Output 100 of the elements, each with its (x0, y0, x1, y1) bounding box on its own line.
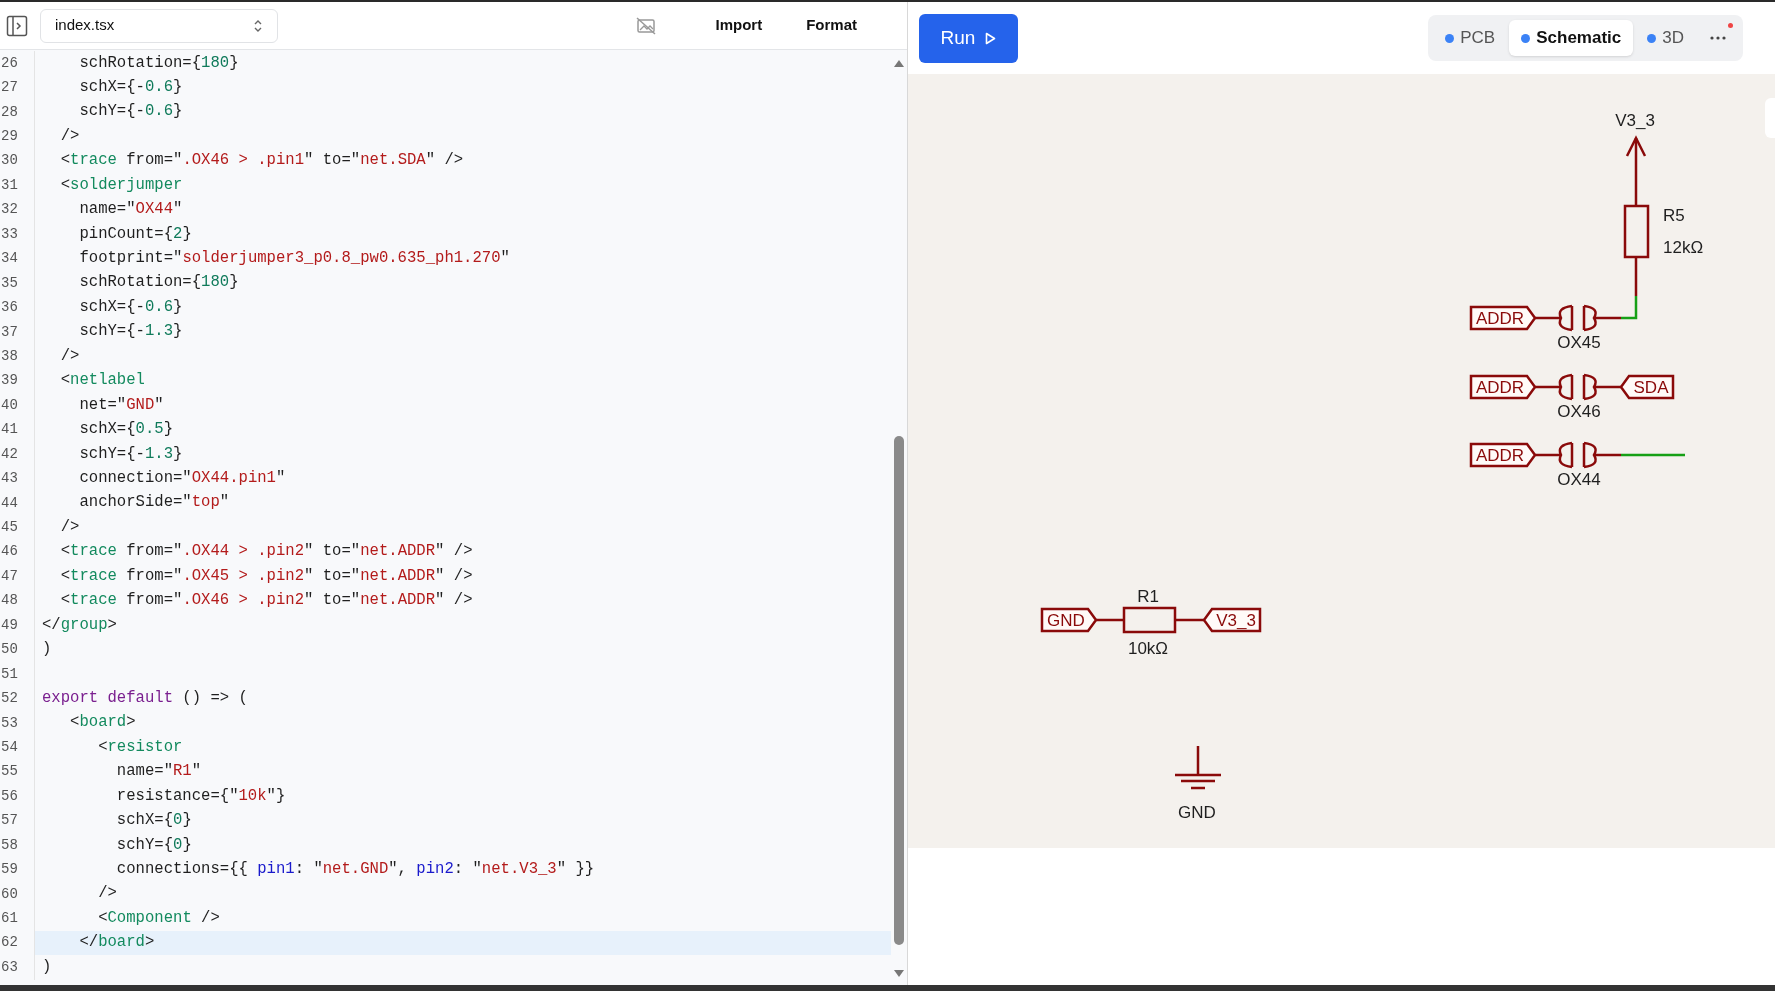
scrollbar-thumb[interactable] (894, 436, 904, 945)
line-number: 45 (0, 518, 19, 538)
code-line: schX={0} (115, 810, 193, 832)
line-number: 61 (0, 909, 19, 929)
code-line: <trace from=".OX45 > .pin2" to="net.ADDR" /> (59, 565, 474, 587)
line-number: 28 (0, 102, 19, 122)
code-line: <Component /> (97, 907, 221, 929)
code-line: schX={0.5} (78, 419, 174, 441)
code-line: <netlabel (59, 370, 146, 392)
line-number: 37 (0, 322, 19, 342)
line-number: 46 (0, 542, 19, 562)
code-line: net="GND" (78, 394, 165, 416)
code-line: /> (59, 345, 81, 367)
view-tab[interactable]: PCB (1433, 20, 1508, 56)
line-number: 30 (0, 151, 19, 171)
power-arrow-symbol (1625, 135, 1647, 206)
code-line: schY={-0.6} (78, 101, 184, 123)
code-line: /> (97, 883, 118, 905)
component-label: R5 (1663, 206, 1685, 225)
net-name: V3_3 (1615, 111, 1655, 130)
line-number: 34 (0, 249, 19, 269)
component-label: R1 (1137, 587, 1159, 606)
code-line: schRotation={180} (78, 272, 240, 294)
code-line: connections={{ pin1: "net.GND", pin2: "net.V3_3" }} (115, 858, 596, 880)
sidebar-toggle-icon[interactable] (6, 14, 28, 37)
net-label: ADDR (1469, 442, 1537, 468)
code-line: /> (59, 516, 81, 538)
net-label: ADDR (1469, 305, 1537, 331)
line-number: 38 (0, 346, 19, 366)
chevron-up-down-icon (253, 18, 263, 33)
component-label: GND (1178, 803, 1216, 822)
line-number: 43 (0, 469, 19, 489)
line-number: 52 (0, 689, 19, 709)
line-number: 49 (0, 615, 19, 635)
line-number: 55 (0, 762, 19, 782)
line-number: 35 (0, 273, 19, 293)
wire (1535, 385, 1561, 389)
code-line: name="OX44" (78, 199, 184, 221)
code-line: anchorSide="top" (78, 492, 231, 514)
line-number: 26 (0, 53, 19, 73)
file-select[interactable]: index.tsx (40, 8, 278, 43)
code-line: <trace from=".OX46 > .pin2" to="net.ADDR" /> (59, 590, 474, 612)
resistor-symbol (1122, 606, 1177, 634)
line-number: 40 (0, 395, 19, 415)
component-label: OX44 (1557, 470, 1601, 489)
line-number: 56 (0, 786, 19, 806)
code-line: export default () => ( (41, 687, 249, 709)
scroll-down-icon[interactable] (893, 969, 905, 979)
solder-jumper-symbol (1558, 373, 1597, 401)
code-line: schY={0} (115, 834, 193, 856)
line-number: 63 (0, 957, 19, 977)
toolbar-button[interactable]: Import (699, 8, 779, 43)
code-line: schX={-0.6} (78, 76, 184, 98)
code-line: <resistor (97, 736, 184, 758)
line-number: 48 (0, 591, 19, 611)
code-line: ) (41, 639, 53, 660)
line-number: 42 (0, 444, 19, 464)
line-number: 36 (0, 298, 19, 318)
toolbar-button[interactable]: Format (790, 8, 873, 43)
code-line: schRotation={180} (78, 52, 240, 74)
line-number: 32 (0, 200, 19, 220)
wire (1594, 385, 1621, 389)
code-line: <trace from=".OX44 > .pin2" to="net.ADDR" /> (59, 541, 474, 563)
line-number: 41 (0, 420, 19, 440)
run-button[interactable]: Run (919, 13, 1018, 63)
code-line: footprint="solderjumper3_p0.8_pw0.635_ph1.270" (78, 248, 511, 269)
solder-jumper-symbol (1558, 441, 1597, 469)
line-number: 27 (0, 78, 19, 98)
component-label: 10kΩ (1127, 639, 1169, 658)
line-number: 47 (0, 566, 19, 586)
line-number: 29 (0, 127, 19, 147)
wire (1535, 316, 1561, 320)
line-number: 53 (0, 713, 19, 733)
code-line: schY={-1.3} (78, 321, 184, 343)
hidden-image-icon[interactable] (635, 15, 658, 36)
component-label: OX46 (1557, 402, 1601, 421)
line-number: 33 (0, 224, 19, 244)
code-line: </group> (41, 614, 118, 636)
solder-jumper-symbol (1558, 304, 1597, 332)
line-number: 62 (0, 933, 19, 953)
code-line: <trace from=".OX46 > .pin1" to="net.SDA" /> (59, 150, 465, 172)
line-number: 58 (0, 835, 19, 855)
wire (1175, 618, 1204, 622)
code-line: schY={-1.3} (78, 443, 184, 465)
view-tab[interactable]: 3D (1635, 20, 1696, 56)
line-number: 39 (0, 371, 19, 391)
net-label: SDA (1619, 374, 1675, 400)
view-tab[interactable]: Schematic (1509, 20, 1634, 56)
line-number: 51 (0, 664, 19, 684)
wire (1535, 453, 1561, 457)
component-label: OX45 (1557, 333, 1601, 352)
ground-symbol (1175, 746, 1221, 790)
code-line: connection="OX44.pin1" (78, 467, 287, 489)
scroll-up-icon[interactable] (893, 58, 905, 68)
line-number: 54 (0, 737, 19, 757)
line-number: 50 (0, 640, 19, 660)
code-line: pinCount={2} (78, 223, 193, 245)
wire (1096, 618, 1124, 622)
code-line: /> (59, 125, 81, 147)
line-number: 57 (0, 811, 19, 831)
